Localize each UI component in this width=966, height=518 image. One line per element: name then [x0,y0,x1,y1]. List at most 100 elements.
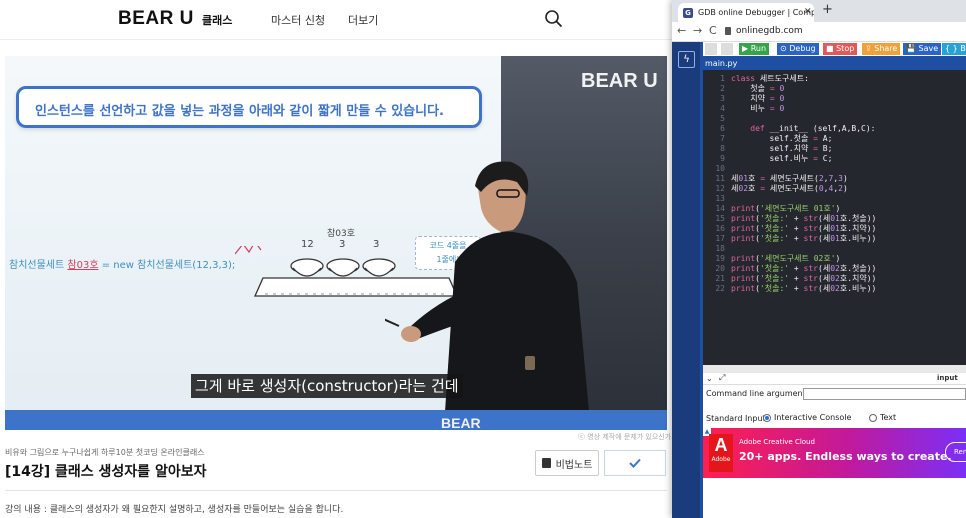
gdb-app: ϟ ▶ Run ⊙ Debug ■ Stop ⇪ Share 💾 Save { … [672,42,966,518]
adobe-logo-icon: A Adobe [709,434,733,472]
line-number: 17 [715,234,725,243]
io-panel-input-label: input [937,374,958,382]
ad-headline: 20+ apps. Endless ways to create. [739,450,952,463]
code-line[interactable]: 11 세01호 = 세면도구세트(2,7,3) [703,174,848,184]
share-button[interactable]: ⇪ Share [862,43,901,55]
lock-icon [725,27,731,35]
code-text: self.비누 = C; [731,154,833,163]
nav-class[interactable]: 클래스 [202,12,232,28]
code-text: 치약 = 0 [731,94,785,103]
code-text: print('첫솔:' + str(세01호.비누)) [731,234,877,243]
adobe-ad-banner[interactable]: ▲ A Adobe Adobe Creative Cloud 20+ apps.… [703,428,966,478]
code-line[interactable]: 18 [703,244,731,254]
line-number: 19 [715,254,725,263]
code-text: print('세면도구세트 01호') [731,204,841,213]
line-number: 15 [715,214,725,223]
code-line[interactable]: 14 print('세면도구세트 01호') [703,204,840,214]
code-line[interactable]: 22 print('첫솔:' + str(세02호.비누)) [703,284,876,294]
site-logo[interactable]: BEAR U [118,8,194,30]
cla-label: Command line arguments: [706,389,813,398]
line-number: 16 [715,224,725,233]
file-tab-main[interactable]: main.py [703,58,737,70]
code-text: def __init__ (self,A,B,C): [750,124,876,133]
code-text: 첫솔 = 0 [731,84,785,93]
back-icon[interactable]: ← [677,24,686,37]
stop-button[interactable]: ■ Stop [823,43,858,55]
code-line[interactable]: 3 치약 = 0 [703,94,784,104]
slide-code-class: 참치선물세트 [9,260,65,271]
code-line[interactable]: 1 class 세트도구세트: [703,74,809,84]
upload-icon[interactable] [721,43,733,55]
video-brand-top: BEAR U [581,70,658,92]
code-line[interactable]: 7 self.첫솔 = A; [703,134,832,144]
code-line[interactable]: 20 print('첫솔:' + str(세02호.첫솔)) [703,264,876,274]
code-text: 세01호 = 세면도구세트(2,7,3) [731,174,848,183]
video-bottom-bar [5,410,667,430]
complete-check-button[interactable] [604,450,666,476]
code-line[interactable]: 16 print('첫솔:' + str(세01호.치약)) [703,224,876,234]
new-file-icon[interactable] [705,43,717,55]
screen: BEAR U 클래스 마스터 신청 더보기 인스턴스를 선언하고 값을 넣는 과… [0,0,966,518]
gdb-sidebar: ϟ [672,42,700,518]
code-line[interactable]: 17 print('첫솔:' + str(세01호.비누)) [703,234,876,244]
code-line[interactable]: 12 세02호 = 세면도구세트(0,4,2) [703,184,848,194]
text-radio[interactable] [869,414,877,422]
run-button[interactable]: ▶ Run [739,43,770,55]
save-button[interactable]: 💾 Save [903,43,942,55]
code-text: print('첫솔:' + str(세02호.비누)) [731,284,877,293]
video-player[interactable]: 인스턴스를 선언하고 값을 넣는 과정을 아래와 같이 짧게 만들 수 있습니다… [5,56,667,430]
new-tab-icon[interactable]: + [822,2,833,17]
code-line[interactable]: 4 비누 = 0 [703,104,784,114]
slide-callout-text: 인스턴스를 선언하고 값을 넣는 과정을 아래와 같이 짧게 만들 수 있습니다… [35,104,444,119]
search-icon[interactable] [544,9,564,29]
line-number: 11 [715,174,725,183]
code-line[interactable]: 5 [703,114,731,124]
course-description: 강의 내용 : 클래스의 생성자가 왜 필요한지 설명하고, 생성자를 만들어보… [5,505,344,515]
url-field[interactable]: onlinegdb.com [736,26,803,36]
line-number: 13 [715,194,725,203]
video-subtitle: 그게 바로 생성자(constructor)라는 건데 [191,374,463,398]
line-number: 2 [720,84,725,93]
secret-note-button[interactable]: 비법노트 [535,450,599,476]
tab-title: GDB online Debugger | Compile [698,8,814,17]
code-line[interactable]: 8 self.치약 = B; [703,144,832,154]
line-number: 21 [715,274,725,283]
course-title: [14강] 클래스 생성자를 알아보자 [5,464,207,480]
code-text: 세02호 = 세면도구세트(0,4,2) [731,184,848,193]
interactive-console-radio[interactable] [763,414,771,422]
code-line[interactable]: 13 [703,194,731,204]
code-line[interactable]: 6 def __init__ (self,A,B,C): [703,124,876,134]
nav-more[interactable]: 더보기 [348,12,378,28]
lightning-icon[interactable]: ϟ [678,51,695,68]
code-editor[interactable]: 1 class 세트도구세트: 2 첫솔 = 03 치약 = 04 비누 = 056… [703,70,966,365]
code-line[interactable]: 10 [703,164,731,174]
forward-icon[interactable]: → [693,24,702,37]
code-line[interactable]: 9 self.비누 = C; [703,154,832,164]
code-line[interactable]: 15 print('첫솔:' + str(세01호.첫솔)) [703,214,876,224]
reload-icon[interactable]: C [709,24,717,37]
code-line[interactable]: 19 print('세면도구세트 02호') [703,254,840,264]
code-line[interactable]: 2 첫솔 = 0 [703,84,784,94]
video-report-link[interactable]: ⓒ 영상 제작에 문제가 있으신가요? [578,432,681,442]
cla-input[interactable] [803,388,966,400]
ad-brand: Adobe Creative Cloud [739,438,815,446]
browser-tab-gdb[interactable]: G GDB online Debugger | Compile ✕ [678,3,814,22]
code-line[interactable]: 21 print('첫솔:' + str(세02호.치약)) [703,274,876,284]
slide-code-var: 참03호 [67,260,99,271]
debug-button[interactable]: ⊙ Debug [777,43,819,55]
console-output[interactable] [703,478,966,518]
line-number: 8 [720,144,725,153]
line-number: 20 [715,264,725,273]
gdb-favicon-icon: G [683,8,693,18]
address-bar: ← → C onlinegdb.com [672,22,966,42]
course-subtitle: 비유와 그림으로 누구나쉽게 하루10분 첫코딩 온라인클래스 [5,448,205,457]
beautify-button[interactable]: { } Beau [942,43,966,55]
close-icon[interactable]: ✕ [804,3,812,22]
editor-scrollbar[interactable] [703,365,966,373]
nav-master-apply[interactable]: 마스터 신청 [271,12,325,28]
line-number: 3 [720,94,725,103]
chevron-down-icon[interactable]: ⌄ [706,374,713,383]
ad-cta-button[interactable]: Rene [945,442,966,462]
expand-icon[interactable]: ⤢ [719,373,725,383]
video-brand-bottom: BEAR [441,415,481,430]
